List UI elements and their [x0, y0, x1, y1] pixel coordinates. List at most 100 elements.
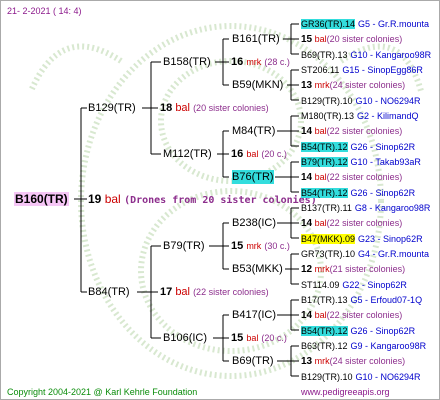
site-link[interactable]: www.pedigreeapis.org — [301, 385, 390, 399]
generation-date: 21- 2-2021 ( 14: 4) — [7, 6, 82, 16]
g4-ancestor[interactable]: B129(TR).10 — [301, 96, 353, 106]
g4-ancestor[interactable]: B54(TR).12 — [301, 326, 348, 336]
g4-note: (22 sister colonies) — [326, 310, 403, 320]
g4-ancestor[interactable]: ST114.09 — [301, 280, 339, 290]
g4-race: bal — [314, 172, 327, 182]
g4-ancestor[interactable]: B79(TR).12 — [301, 157, 348, 167]
g2-drone-line: 18 bal (20 sister colonies) — [160, 101, 269, 115]
g3-b69[interactable]: B69(TR) — [232, 354, 274, 368]
g4-ancestor[interactable]: B63(TR).12 — [301, 341, 348, 351]
g4-ancestor[interactable]: M180(TR).13 — [301, 111, 354, 121]
g4-drone-line: 14 bal(22 sister colonies) — [301, 216, 402, 231]
dam-node[interactable]: B84(TR) — [88, 285, 130, 299]
g3-m84[interactable]: M84(TR) — [232, 124, 275, 138]
g4-drone-line: 13 mrk(24 sister colonies) — [301, 354, 405, 369]
g4-origin: G23 - Sinop62R — [358, 234, 423, 244]
g3-race: bal — [246, 333, 259, 343]
g2-note-2: (22 sister colonies) — [193, 287, 269, 297]
g4-origin: G10 - NO6294R — [355, 96, 421, 106]
g4-ancestor-line: B129(TR).10 G10 - NO6294R — [301, 94, 421, 108]
g3-b238[interactable]: B238(IC) — [232, 216, 276, 230]
g4-race: mrk — [314, 80, 330, 90]
g4-ancestor-line: ST206.11 G15 - SinopEgg86R — [301, 63, 423, 77]
g3-b53[interactable]: B53(MKK) — [232, 262, 283, 276]
g4-note: (24 sister colonies) — [329, 356, 406, 366]
g4-ancestor[interactable]: B47(MKK).09 — [301, 234, 356, 244]
g4-drone-line: 13 mrk(24 sister colonies) — [301, 78, 405, 93]
g3-count: 16 — [231, 148, 244, 160]
root-queen[interactable]: B160(TR) — [14, 192, 69, 206]
g4-origin: G10 - NO6294R — [355, 372, 421, 382]
g4-note: (22 sister colonies) — [326, 126, 403, 136]
g4-count: 15 — [301, 34, 313, 45]
g2-b79[interactable]: B79(TR) — [163, 239, 205, 253]
g4-ancestor-line: B129(TR).10 G10 - NO6294R — [301, 370, 421, 384]
g2-count: 18 — [160, 102, 173, 114]
g4-count: 14 — [301, 126, 313, 137]
g3-b417[interactable]: B417(IC) — [232, 308, 276, 322]
g4-origin: G4 - Gr.R.mounta — [358, 249, 430, 259]
g4-origin: G15 - SinopEgg86R — [342, 65, 423, 75]
g2-race: bal — [175, 102, 190, 114]
g4-race: mrk — [314, 264, 330, 274]
g3-note: (30 c.) — [264, 241, 290, 251]
g4-ancestor[interactable]: ST206.11 — [301, 65, 339, 75]
g4-race: bal — [314, 126, 327, 136]
g4-origin: G5 - Erfoud07-1Q — [350, 295, 423, 305]
g3-race: mrk — [246, 57, 262, 67]
g4-ancestor-line: B54(TR).12 G26 - Sinop62R — [301, 324, 415, 338]
g4-ancestor[interactable]: B129(TR).10 — [301, 372, 353, 382]
g2-note: (20 sister colonies) — [193, 103, 269, 113]
g4-ancestor-line: B17(TR).13 G5 - Erfoud07-1Q — [301, 293, 422, 307]
g4-ancestor[interactable]: B17(TR).13 — [301, 295, 348, 305]
g3-b76[interactable]: B76(TR) — [232, 170, 274, 184]
g4-drone-line: 12 mrk(21 sister colonies) — [301, 262, 405, 277]
copyright: Copyright 2004-2021 @ Karl Kehrle Founda… — [7, 387, 198, 397]
g4-note: (22 sister colonies) — [326, 218, 403, 228]
g4-ancestor-line: B63(TR).12 G9 - Kangaroo98R — [301, 339, 426, 353]
g4-ancestor-line: B69(TR).13 G10 - Kangaroo98R — [301, 48, 431, 62]
g4-drone-line: 14 bal(22 sister colonies) — [301, 170, 402, 185]
g4-race: bal — [314, 310, 327, 320]
pedigree-frame: 21- 2-2021 ( 14: 4) B160(TR) B129(TR) 19… — [0, 0, 440, 400]
g4-drone-line: 14 bal(22 sister colonies) — [301, 124, 402, 139]
g4-origin: G8 - Kangaroo98R — [354, 203, 431, 213]
g3-count: 15 — [231, 240, 244, 252]
g4-origin: G26 - Sinop62R — [350, 142, 416, 152]
g4-count: 12 — [301, 264, 313, 275]
g4-note: (20 sister colonies) — [326, 34, 403, 44]
g2-m112[interactable]: M112(TR) — [163, 147, 212, 161]
g2-b158[interactable]: B158(TR) — [163, 55, 211, 69]
g4-ancestor-line: B137(TR).11 G8 - Kangaroo98R — [301, 201, 430, 215]
g4-ancestor-line: M180(TR).13 G2 - KilimandQ — [301, 109, 419, 123]
g3-count: 16 — [231, 56, 244, 68]
g3-drone-1: 16 mrk (28 c.) — [231, 55, 290, 69]
g4-origin: G26 - Sinop62R — [350, 326, 416, 336]
g4-ancestor[interactable]: B137(TR).11 — [301, 203, 352, 213]
g4-note: (24 sister colonies) — [329, 80, 406, 90]
g3-drone-4: 15 bal (20 c.) — [231, 331, 287, 345]
g4-ancestor[interactable]: B69(TR).13 — [301, 50, 348, 60]
g3-drone-2: 16 bal (20 c.) — [231, 147, 287, 161]
g3-b161[interactable]: B161(TR) — [232, 32, 280, 46]
sire-node[interactable]: B129(TR) — [88, 101, 136, 115]
g4-ancestor[interactable]: GR36(TR).14 — [301, 19, 356, 29]
g4-ancestor-line: B54(TR).12 G26 - Sinop62R — [301, 140, 415, 154]
g3-note: (20 c.) — [261, 149, 287, 159]
g4-note: (21 sister colonies) — [329, 264, 406, 274]
drone-note: (Drones from 20 sister colonies) — [124, 195, 317, 206]
g3-note: (28 c.) — [264, 57, 290, 67]
g4-count: 14 — [301, 218, 313, 229]
g4-ancestor-line: B54(TR).12 G26 - Sinop62R — [301, 186, 415, 200]
g4-ancestor-line: B79(TR).12 G10 - Takab93aR — [301, 155, 421, 169]
g4-count: 14 — [301, 172, 313, 183]
g4-ancestor[interactable]: B54(TR).12 — [301, 188, 348, 198]
g2-drone-line-2: 17 bal (22 sister colonies) — [160, 285, 269, 299]
g4-origin: G22 - Sinop62R — [342, 280, 407, 290]
g2-b106[interactable]: B106(IC) — [163, 331, 207, 345]
g4-ancestor[interactable]: GR73(TR).10 — [301, 249, 355, 259]
g4-drone-line: 15 bal(20 sister colonies) — [301, 32, 402, 47]
g3-b59[interactable]: B59(MKN) — [232, 78, 283, 92]
g4-ancestor[interactable]: B54(TR).12 — [301, 142, 348, 152]
g4-count: 13 — [301, 80, 313, 91]
